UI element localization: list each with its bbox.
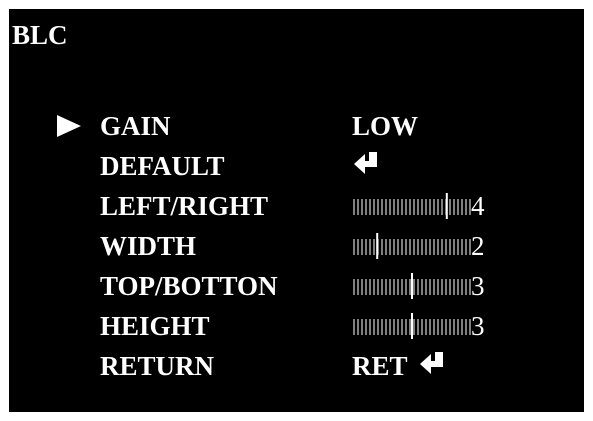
menu-item-width[interactable]: WIDTH 2 [9, 226, 584, 266]
left-right-label: LEFT/RIGHT [100, 191, 269, 221]
return-value: RET [352, 351, 408, 381]
top-bottom-slider[interactable] [352, 272, 472, 300]
width-label: WIDTH [100, 231, 197, 261]
width-level: 2 [471, 231, 485, 261]
menu-item-left-right[interactable]: LEFT/RIGHT 4 [9, 186, 584, 226]
menu-item-gain[interactable]: GAIN LOW [9, 106, 584, 146]
gain-label: GAIN [100, 111, 171, 141]
height-slider[interactable] [352, 312, 472, 340]
enter-icon [420, 352, 443, 374]
enter-icon [354, 152, 377, 174]
height-level: 3 [471, 311, 485, 341]
left-right-level: 4 [471, 191, 485, 221]
menu-item-top-bottom[interactable]: TOP/BOTTON 3 [9, 266, 584, 306]
top-bottom-level: 3 [471, 271, 485, 301]
left-right-slider[interactable] [352, 192, 472, 220]
menu-title: BLC [12, 20, 68, 50]
menu-item-default[interactable]: DEFAULT [9, 146, 584, 186]
height-label: HEIGHT [100, 311, 210, 341]
return-label: RETURN [100, 351, 215, 381]
selection-cursor-icon [57, 115, 81, 137]
default-label: DEFAULT [100, 151, 225, 181]
gain-value: LOW [352, 111, 419, 141]
width-slider[interactable] [352, 232, 472, 260]
osd-menu-screen: BLC GAIN LOW DEFAULT LEFT/RIGHT 4 WIDTH … [9, 9, 584, 412]
top-bottom-label: TOP/BOTTON [100, 271, 278, 301]
menu-item-height[interactable]: HEIGHT 3 [9, 306, 584, 346]
menu-item-return[interactable]: RETURN RET [9, 346, 584, 386]
